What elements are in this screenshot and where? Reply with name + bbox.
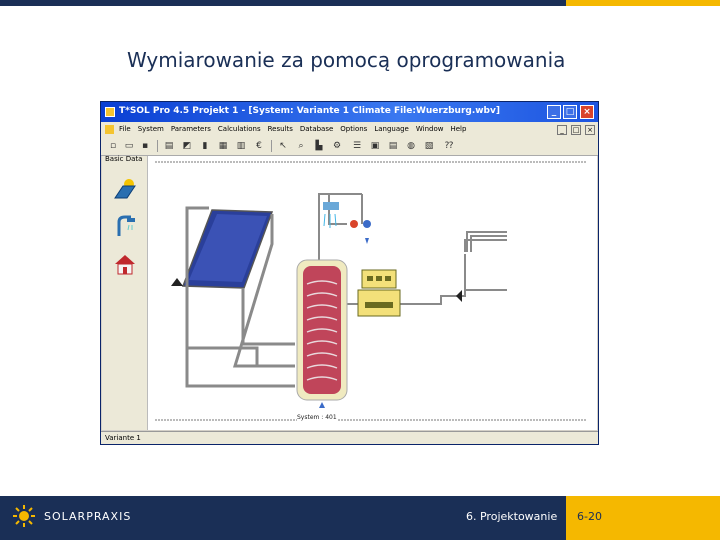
status-text: Variante 1 xyxy=(105,434,141,442)
menu-database[interactable]: Database xyxy=(300,125,333,133)
top-bar-navy xyxy=(0,0,566,6)
grid-icon[interactable]: ▦ xyxy=(217,140,229,152)
window-titlebar[interactable]: T*SOL Pro 4.5 Projekt 1 - [System: Varia… xyxy=(101,102,598,122)
controller-box[interactable] xyxy=(357,269,401,317)
print-icon[interactable]: ▤ xyxy=(163,140,175,152)
sun-logo-icon xyxy=(13,505,35,527)
pump-icon[interactable] xyxy=(171,278,183,286)
table-icon[interactable]: ▥ xyxy=(235,140,247,152)
mdi-minimize-button[interactable]: _ xyxy=(557,125,567,135)
menu-system[interactable]: System xyxy=(138,125,164,133)
house-icon[interactable] xyxy=(113,252,137,276)
save-icon[interactable]: ▪ xyxy=(139,140,151,152)
cold-water-inlet-arrow xyxy=(365,238,369,244)
shower-icon[interactable] xyxy=(113,214,137,238)
tank-tool-icon[interactable]: ▮ xyxy=(199,140,211,152)
new-file-icon[interactable]: ▫ xyxy=(107,140,119,152)
sheet-icon[interactable]: ▤ xyxy=(387,140,399,152)
menu-calculations[interactable]: Calculations xyxy=(218,125,261,133)
menu-window[interactable]: Window xyxy=(416,125,444,133)
slide-footer: SOLARPRAXIS 6. Projektowanie 6-20 xyxy=(0,496,720,540)
system-workspace: Basic Data System: 401 xyxy=(102,155,597,430)
toolbar: ▫ ▭ ▪ ▤ ◩ ▮ ▦ ▥ € ↖ ⌕ ▙ ⚙ ☰ ▣ ▤ ◍ ▧ ⁇ xyxy=(101,137,598,156)
app-window: T*SOL Pro 4.5 Projekt 1 - [System: Varia… xyxy=(100,101,599,445)
minimize-button[interactable]: _ xyxy=(547,105,561,119)
solar-collector[interactable] xyxy=(181,209,274,289)
chart-icon[interactable]: ▙ xyxy=(313,140,325,152)
mixing-valve-icon[interactable] xyxy=(456,290,462,302)
layers-icon[interactable]: ▧ xyxy=(423,140,435,152)
tank-inlet-arrow xyxy=(319,402,325,408)
calculate-icon[interactable]: ⚙ xyxy=(331,140,343,152)
hot-water-valve[interactable] xyxy=(350,220,358,228)
menu-parameters[interactable]: Parameters xyxy=(171,125,211,133)
open-folder-icon[interactable]: ▭ xyxy=(123,140,135,152)
euro-icon[interactable]: € xyxy=(253,140,265,152)
basic-data-sidebar: Basic Data xyxy=(102,155,148,430)
menu-results[interactable]: Results xyxy=(268,125,293,133)
logo-text: SOLARPRAXIS xyxy=(44,510,132,523)
footer-page-number: 6-20 xyxy=(577,510,602,523)
layout-icon[interactable]: ▣ xyxy=(369,140,381,152)
list-icon[interactable]: ☰ xyxy=(351,140,363,152)
help-pointer-icon[interactable]: ⁇ xyxy=(443,140,455,152)
system-number-label: System : 401 xyxy=(297,414,337,421)
storage-tank[interactable] xyxy=(296,259,348,401)
solar-collector-icon[interactable] xyxy=(113,176,137,200)
menu-options[interactable]: Options xyxy=(340,125,367,133)
mdi-restore-button[interactable]: □ xyxy=(571,125,581,135)
close-button[interactable]: × xyxy=(580,105,594,119)
app-icon xyxy=(105,107,115,117)
menu-file[interactable]: File xyxy=(119,125,131,133)
top-accent-bar xyxy=(0,0,720,6)
zoom-icon[interactable]: ⌕ xyxy=(295,140,307,152)
toolbar-separator xyxy=(157,140,158,152)
maximize-button[interactable]: □ xyxy=(563,105,577,119)
mdi-close-button[interactable]: × xyxy=(585,125,595,135)
collector-tool-icon[interactable]: ◩ xyxy=(181,140,193,152)
sidebar-label: Basic Data xyxy=(105,155,143,163)
pointer-icon[interactable]: ↖ xyxy=(277,140,289,152)
footer-section-label: 6. Projektowanie xyxy=(466,510,558,523)
status-bar: Variante 1 xyxy=(101,431,598,444)
solar-system-diagram xyxy=(155,161,587,421)
menu-help[interactable]: Help xyxy=(450,125,466,133)
slide-title: Wymiarowanie za pomocą oprogramowania xyxy=(127,48,566,72)
toolbar-separator xyxy=(271,140,272,152)
window-title: T*SOL Pro 4.5 Projekt 1 - [System: Varia… xyxy=(119,106,500,116)
document-icon xyxy=(105,125,114,134)
menu-bar: File System Parameters Calculations Resu… xyxy=(101,122,598,137)
globe-icon[interactable]: ◍ xyxy=(405,140,417,152)
cold-water-valve[interactable] xyxy=(363,220,371,228)
menu-language[interactable]: Language xyxy=(374,125,409,133)
top-bar-gold xyxy=(566,0,720,6)
